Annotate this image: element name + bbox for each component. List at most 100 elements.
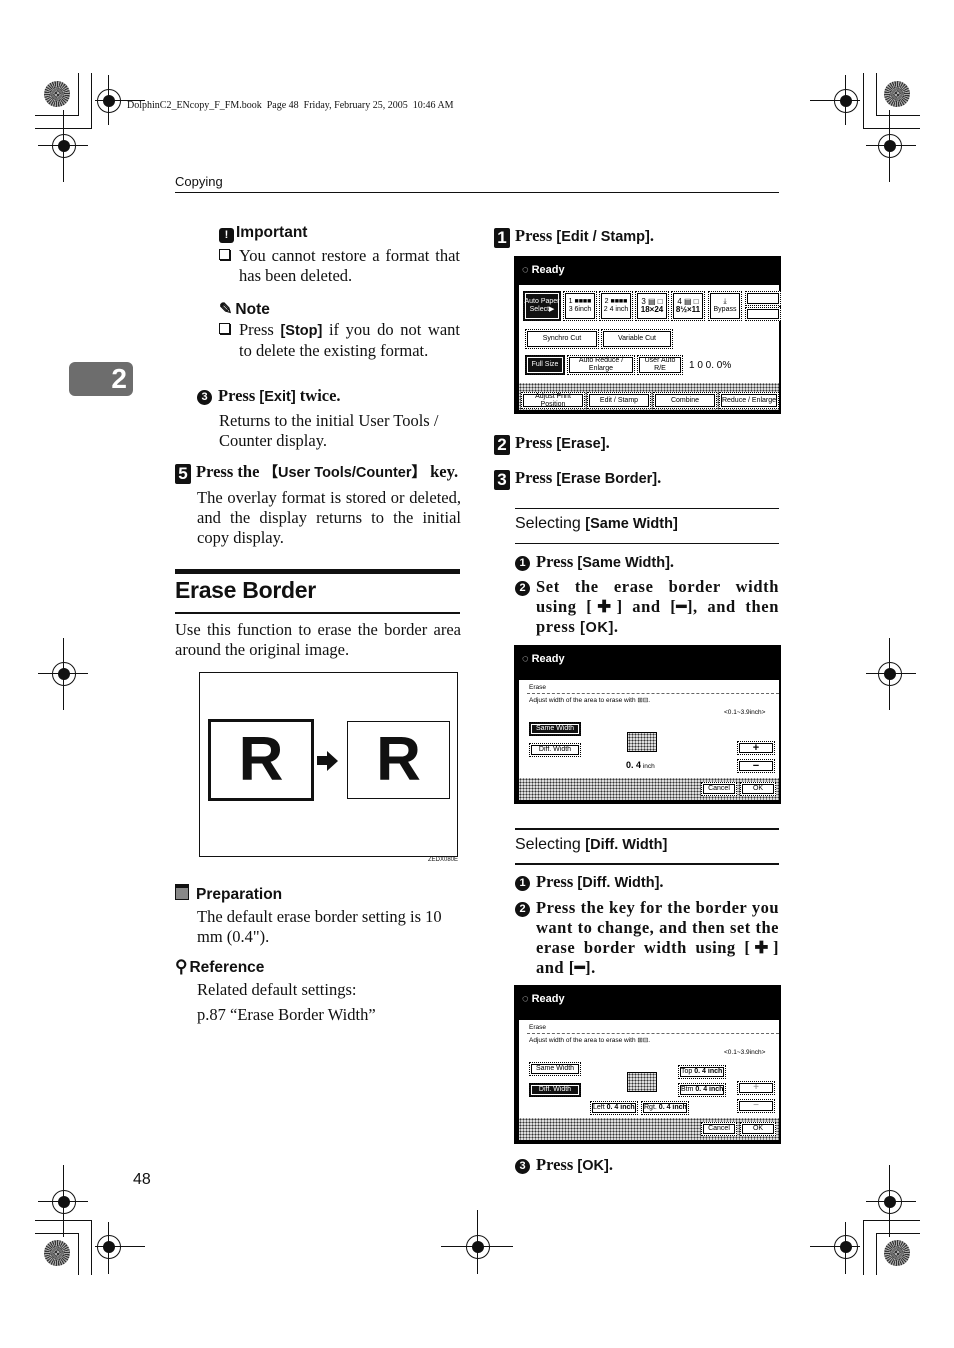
ready-icon: ◌ [522,264,532,276]
note-heading: ✎ Note [219,301,270,318]
preparation-box: Preparation The default erase border set… [175,884,461,947]
substep-3-desc: Returns to the initial User Tools / Coun… [219,411,439,450]
preparation-heading: Preparation [175,884,461,904]
auto-reduce-enlarge-button[interactable]: Auto Reduce / Enlarge [567,355,635,375]
tab-adjust-print-position[interactable]: Adjust Print Position [521,392,585,409]
erase-section-label: Erase [529,1024,546,1031]
erase-instruction: Adjust width of the area to erase with ⊞… [529,697,651,704]
reference-heading: ⚲ Reference [175,957,265,976]
color-target-icon [884,1240,910,1266]
figure-code: ZEDX080E [428,857,459,863]
checkbox-bullet-icon [219,249,230,260]
left-border-button[interactable]: Left 0. 4 inch [590,1101,638,1115]
ready-icon: ◌ [522,993,532,1005]
step-number-icon: 2 [494,435,510,455]
ok-button[interactable]: OK [740,1122,776,1136]
tab-combine[interactable]: Combine [653,392,717,409]
note-item: Press [Stop] if you do not want to delet… [219,320,460,361]
step-number-icon: 5 [175,464,191,484]
plus-button[interactable]: + [737,741,775,755]
full-size-button[interactable]: Full Size [525,355,565,375]
same-width-heading: Selecting [Same Width] [515,515,678,532]
border-preview-icon [627,1072,657,1092]
tray-2[interactable]: 2 ■■■■ 2 4 inch [599,291,633,321]
step-number-icon: 1 [494,228,510,248]
tray-extra-top[interactable] [745,291,781,306]
important-icon: ! [219,228,234,243]
page-number: 48 [133,1171,151,1188]
color-target-icon [884,81,910,107]
step-5: 5 Press the 【User Tools/Counter】 key. The… [175,461,461,548]
minus-button[interactable]: − [737,1099,775,1113]
width-value: 0. 4 inch [626,760,655,770]
tray-bypass[interactable]: ⤓ Bypass [708,291,742,321]
tray-auto-paper[interactable]: Auto Paper Select▶ [523,291,561,321]
diff-width-step-3: 3 Press [OK]. [515,1155,613,1175]
border-preview-icon [627,732,657,752]
color-target-icon [44,1240,70,1266]
arrow-head-icon [327,751,338,771]
section-top-rule [175,569,460,574]
diff-width-bottom-rule [515,863,779,865]
step-5-desc: The overlay format is stored or deleted,… [197,488,461,547]
tray-3[interactable]: 3 ▤ □ 18×24 [635,291,669,321]
same-width-step-2: 2 Set the erase border width using [✚] an… [515,577,779,638]
same-width-bottom-rule [515,543,779,544]
circled-number-icon: 3 [197,390,212,405]
circled-number-icon: 3 [515,1159,530,1174]
minus-icon: ━ [574,959,586,977]
same-width-button[interactable]: Same Width [529,722,581,736]
diff-width-button[interactable]: Diff. Width [529,743,581,757]
reference-box: ⚲ Reference Related default settings: p.8… [175,957,461,1025]
erase-border-figure: R R [199,672,458,857]
status-ready: ◌ Ready [522,993,565,1005]
header-rule [175,192,779,193]
tray-extra-bottom[interactable] [745,307,781,321]
checkbox-bullet-icon [219,323,230,334]
circled-number-icon: 1 [515,876,530,891]
cancel-button[interactable]: Cancel [701,1122,737,1136]
result-page: R [347,721,450,799]
diff-width-heading: Selecting [Diff. Width] [515,836,668,853]
same-width-button[interactable]: Same Width [529,1062,581,1076]
reference-link[interactable]: p.87 “Erase Border Width” [175,1005,461,1025]
step-1-title: 1 Press [Edit / Stamp]. [494,226,654,248]
important-heading: ! Important [219,224,460,243]
erase-instruction: Adjust width of the area to erase with ⊞… [529,1037,651,1044]
step-3-title: 3 Press [Erase Border]. [494,468,661,490]
status-ready: ◌ Ready [522,264,565,276]
cancel-button[interactable]: Cancel [701,782,737,796]
erase-range: <0.1~3.9inch> [724,709,766,716]
tray-1[interactable]: 1 ■■■■ 3 6inch [563,291,597,321]
plus-icon: ✚ [592,598,617,616]
same-width-top-rule [515,508,779,509]
diff-width-step-1: 1 Press [Diff. Width]. [515,872,664,892]
preparation-icon [175,884,189,900]
ready-icon: ◌ [522,653,532,665]
right-border-button[interactable]: Rgt. 0. 4 inch [641,1101,689,1115]
plus-button[interactable]: + [737,1081,775,1095]
ok-button[interactable]: OK [740,782,776,796]
step-5-title: 5 Press the 【User Tools/Counter】 key. [175,461,461,484]
step-number-icon: 3 [494,470,510,490]
plus-icon: ✚ [750,939,773,957]
preparation-text: The default erase border setting is 10 m… [197,907,442,946]
tab-reduce-enlarge[interactable]: Reduce / Enlarge [719,392,779,409]
top-border-button[interactable]: Top 0. 4 inch [678,1065,726,1079]
magnifier-icon: ⚲ [175,957,188,976]
synchro-cut-button[interactable]: Synchro Cut [525,329,599,349]
bottom-border-button[interactable]: Btm 0. 4 inch [678,1083,726,1097]
section-intro: Use this function to erase the border ar… [175,620,461,659]
tab-edit-stamp[interactable]: Edit / Stamp [587,392,651,409]
diff-width-button[interactable]: Diff. Width [529,1083,581,1097]
tray-4[interactable]: 4 ▤ □ 8½×11 [671,291,705,321]
important-box: ! Important You cannot restore a format t… [219,224,460,286]
user-auto-re-button[interactable]: User Auto R/E [637,355,683,375]
ratio-value: 1 0 0. 0% [689,360,732,371]
minus-button[interactable]: − [737,759,775,773]
circled-number-icon: 2 [515,581,530,596]
circled-number-icon: 2 [515,902,530,917]
variable-cut-button[interactable]: Variable Cut [601,329,673,349]
copier-screen-same-width: ◌ Ready Erase Adjust width of the area t… [514,645,781,804]
minus-icon: ━ [676,598,687,616]
